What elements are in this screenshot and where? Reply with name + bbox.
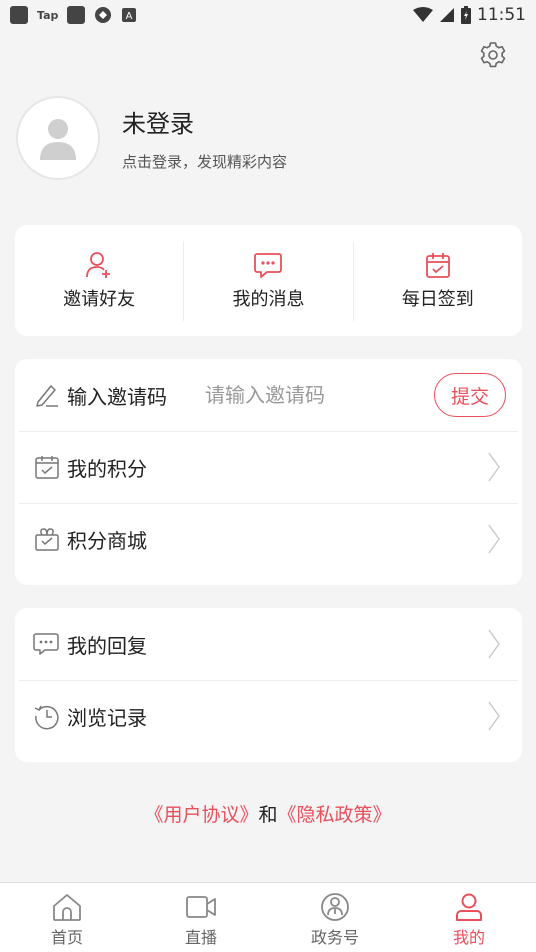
tab-gov[interactable]: 政务号: [268, 883, 402, 952]
browse-history-row[interactable]: 浏览记录: [15, 680, 522, 752]
comment-icon: [33, 630, 61, 658]
user-agreement-link[interactable]: 《用户协议》: [144, 804, 258, 826]
profile-login-area[interactable]: 未登录 点击登录，发现精彩内容: [16, 96, 287, 180]
a-notification-icon: A: [122, 8, 137, 22]
notification-icon: [67, 6, 86, 24]
my-replies-label: 我的回复: [67, 633, 147, 658]
home-icon: [53, 893, 81, 921]
chevron-right-icon: [488, 524, 500, 554]
notification-icon: [10, 6, 28, 24]
app-notification-icon: [95, 7, 112, 23]
battery-icon: [461, 6, 471, 24]
agreement-and-text: 和: [258, 804, 278, 826]
clock: 11:51: [477, 5, 526, 25]
quick-action-label: 每日签到: [401, 288, 474, 310]
gear-icon: [480, 42, 506, 68]
chevron-right-icon: [488, 452, 500, 482]
status-notifications: Tap A: [10, 6, 137, 24]
invite-code-row: 输入邀请码 提交: [15, 359, 522, 431]
chevron-right-icon: [488, 629, 500, 659]
profile-text[interactable]: 未登录 点击登录，发现精彩内容: [122, 104, 287, 172]
tab-mine[interactable]: 我的: [402, 883, 536, 952]
chevron-right-icon: [488, 701, 500, 731]
quick-action-label: 我的消息: [232, 288, 305, 310]
my-replies-row[interactable]: 我的回复: [15, 608, 522, 680]
points-mall-row[interactable]: 积分商城: [15, 503, 522, 575]
points-mall-label: 积分商城: [67, 528, 147, 553]
user-icon: [456, 893, 482, 921]
profile-subtitle: 点击登录，发现精彩内容: [122, 153, 288, 171]
status-bar: Tap A 11:51: [0, 0, 536, 30]
pencil-icon: [33, 381, 61, 409]
video-icon: [186, 895, 216, 918]
daily-checkin-button[interactable]: 每日签到: [352, 240, 522, 321]
default-avatar-icon: [40, 119, 76, 160]
points-menu-card: 输入邀请码 提交 我的积分 积分商城: [15, 359, 522, 585]
quick-action-label: 邀请好友: [63, 288, 136, 310]
history-icon: [33, 702, 61, 730]
bottom-tab-bar: 首页 直播 政务号 我的: [0, 882, 536, 952]
my-messages-button[interactable]: 我的消息: [183, 240, 352, 321]
invite-code-label: 输入邀请码: [67, 384, 167, 409]
settings-button[interactable]: [478, 40, 508, 70]
avatar[interactable]: [16, 96, 100, 180]
add-user-icon: [86, 251, 111, 278]
my-points-label: 我的积分: [67, 456, 147, 481]
my-points-row[interactable]: 我的积分: [15, 431, 522, 503]
gov-icon: [321, 892, 349, 921]
activity-menu-card: 我的回复 浏览记录: [15, 608, 522, 762]
browse-history-label: 浏览记录: [67, 705, 147, 730]
calendar-check-icon: [33, 453, 61, 481]
agreement-links: 《用户协议》和《隐私政策》: [0, 800, 536, 827]
invite-friends-button[interactable]: 邀请好友: [15, 241, 183, 321]
tab-live[interactable]: 直播: [134, 883, 268, 952]
tab-label: 政务号: [310, 927, 359, 947]
calendar-check-icon: [425, 252, 450, 278]
wifi-icon: [413, 7, 433, 22]
invite-code-input[interactable]: [205, 383, 405, 407]
privacy-policy-link[interactable]: 《隐私政策》: [278, 804, 392, 826]
svg-text:A: A: [126, 11, 133, 22]
signal-icon: [440, 8, 454, 22]
status-system: 11:51: [413, 5, 526, 25]
message-icon: [254, 252, 283, 278]
tab-home[interactable]: 首页: [0, 883, 134, 952]
gift-box-icon: [33, 525, 61, 553]
tab-label: 直播: [184, 927, 217, 947]
quick-actions-card: 邀请好友 我的消息 每日签到: [15, 225, 522, 336]
submit-button[interactable]: 提交: [434, 373, 506, 417]
tab-label: 首页: [50, 927, 83, 947]
profile-name: 未登录: [122, 110, 194, 138]
tab-label: 我的: [452, 927, 485, 947]
tap-app-icon: Tap: [37, 8, 59, 22]
